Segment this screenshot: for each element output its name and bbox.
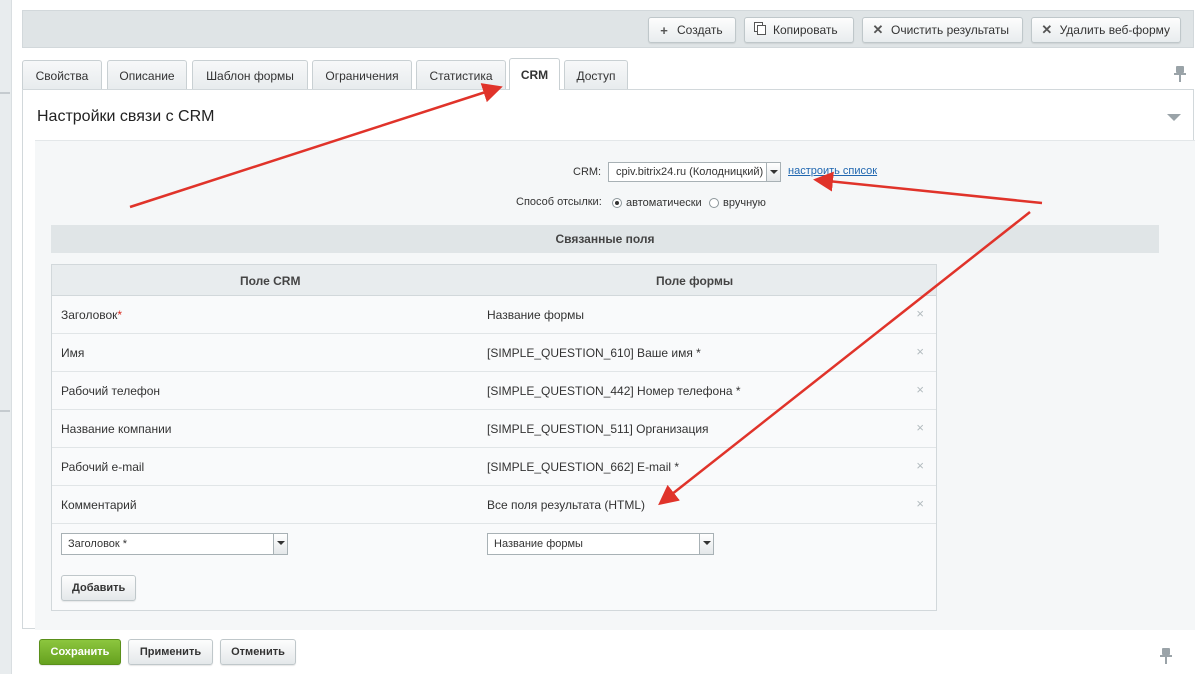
gutter-mark (0, 92, 10, 94)
close-icon: ✕ (1041, 22, 1053, 37)
table-header: Поле CRM Поле формы (52, 265, 936, 296)
radio-manual[interactable] (709, 198, 719, 208)
tab-label: Ограничения (325, 68, 399, 83)
apply-button[interactable]: Применить (128, 639, 213, 665)
remove-icon[interactable]: × (916, 382, 924, 397)
tab-form-template[interactable]: Шаблон формы (192, 60, 308, 90)
crm-field-cell: Название компании (61, 422, 172, 436)
remove-icon[interactable]: × (916, 306, 924, 321)
save-button[interactable]: Сохранить (39, 639, 121, 665)
panel-title: Настройки связи с CRM (37, 108, 215, 125)
tab-label: Статистика (429, 68, 493, 83)
plus-icon: + (660, 22, 668, 38)
tab-statistics[interactable]: Статистика (416, 60, 506, 90)
table-row: Заголовок* Название формы × (52, 296, 936, 334)
clear-results-label: Очистить результаты (891, 23, 1009, 37)
crm-field-cell: Заголовок* (61, 308, 122, 322)
send-method-label: Способ отсылки: (516, 196, 602, 208)
tab-label: Доступ (576, 68, 616, 83)
crm-label: CRM: (573, 166, 602, 178)
cancel-button[interactable]: Отменить (220, 639, 296, 665)
column-header-form-field: Поле формы (656, 274, 734, 288)
pin-icon[interactable] (1160, 648, 1172, 664)
crm-settings-panel: Настройки связи с CRM CRM: cpiv.bitrix24… (22, 89, 1195, 630)
copy-button[interactable]: Копировать (744, 17, 854, 43)
form-field-cell: [SIMPLE_QUESTION_610] Ваше имя * (487, 346, 701, 360)
crm-select-value: cpiv.bitrix24.ru (Колодницкий) (616, 166, 764, 178)
configure-list-link[interactable]: настроить список (788, 165, 877, 177)
radio-manual-label: вручную (723, 197, 766, 209)
tab-properties[interactable]: Свойства (22, 60, 102, 90)
form-field-cell: [SIMPLE_QUESTION_662] E-mail * (487, 460, 680, 474)
radio-automatic-label: автоматически (626, 197, 702, 209)
settings-body: CRM: cpiv.bitrix24.ru (Колодницкий) наст… (35, 140, 1195, 630)
create-button[interactable]: + Создать (648, 17, 736, 43)
crm-field-cell: Комментарий (61, 498, 137, 512)
collapse-icon[interactable] (1167, 114, 1181, 121)
crm-select[interactable]: cpiv.bitrix24.ru (Колодницкий) (608, 162, 781, 182)
chevron-down-icon (273, 534, 287, 554)
create-button-label: Создать (677, 23, 723, 37)
table-row: Название компании [SIMPLE_QUESTION_511] … (52, 410, 936, 448)
delete-form-label: Удалить веб-форму (1059, 23, 1170, 37)
linked-fields-title: Связанные поля (555, 232, 655, 246)
tab-crm[interactable]: CRM (509, 58, 560, 90)
delete-form-button[interactable]: ✕ Удалить веб-форму (1031, 17, 1181, 43)
form-field-cell: Название формы (487, 308, 585, 322)
form-field-cell: Все поля результата (HTML) (487, 498, 646, 512)
tab-access[interactable]: Доступ (564, 60, 628, 90)
new-crm-field-select[interactable]: Заголовок * (61, 533, 288, 555)
column-header-crm-field: Поле CRM (240, 274, 301, 288)
remove-icon[interactable]: × (916, 420, 924, 435)
radio-automatic[interactable] (612, 198, 622, 208)
left-gutter (0, 0, 12, 674)
tab-restrictions[interactable]: Ограничения (312, 60, 412, 90)
remove-icon[interactable]: × (916, 344, 924, 359)
table-row: Рабочий телефон [SIMPLE_QUESTION_442] Но… (52, 372, 936, 410)
tab-label: Описание (119, 68, 175, 83)
copy-icon (753, 22, 767, 38)
remove-icon[interactable]: × (916, 458, 924, 473)
tab-label: Свойства (35, 68, 89, 83)
required-mark: * (117, 308, 123, 322)
copy-button-label: Копировать (773, 23, 838, 37)
form-field-cell: [SIMPLE_QUESTION_442] Номер телефона * (487, 384, 741, 398)
table-row: Имя [SIMPLE_QUESTION_610] Ваше имя * × (52, 334, 936, 372)
clear-results-button[interactable]: ✕ Очистить результаты (862, 17, 1023, 43)
table-row: Комментарий Все поля результата (HTML) × (52, 486, 936, 524)
chevron-down-icon (766, 163, 780, 181)
linked-fields-header: Связанные поля (51, 225, 1159, 253)
new-crm-field-value: Заголовок * (68, 538, 128, 550)
gutter-mark (0, 410, 10, 412)
crm-field-cell: Имя (61, 346, 85, 360)
remove-icon[interactable]: × (916, 496, 924, 511)
table-row: Рабочий e-mail [SIMPLE_QUESTION_662] E-m… (52, 448, 936, 486)
add-field-button[interactable]: Добавить (61, 575, 137, 601)
new-form-field-select[interactable]: Название формы (487, 533, 714, 555)
form-field-cell: [SIMPLE_QUESTION_511] Организация (487, 422, 709, 436)
chevron-down-icon (699, 534, 713, 554)
crm-field-cell: Рабочий e-mail (61, 460, 145, 474)
tab-description[interactable]: Описание (107, 60, 187, 90)
tab-label: CRM (520, 67, 549, 82)
tab-label: Шаблон формы (206, 68, 294, 83)
crm-field-cell: Рабочий телефон (61, 384, 161, 398)
new-form-field-value: Название формы (494, 538, 583, 550)
pin-icon[interactable] (1174, 66, 1186, 82)
crm-field-text: Заголовок (61, 308, 118, 322)
tab-bar: Свойства Описание Шаблон формы Ограничен… (22, 58, 1194, 90)
close-icon: ✕ (872, 22, 884, 37)
top-toolbar: + Создать Копировать ✕ Очистить результа… (22, 10, 1194, 48)
linked-fields-table: Поле CRM Поле формы Заголовок* Название … (51, 264, 937, 611)
